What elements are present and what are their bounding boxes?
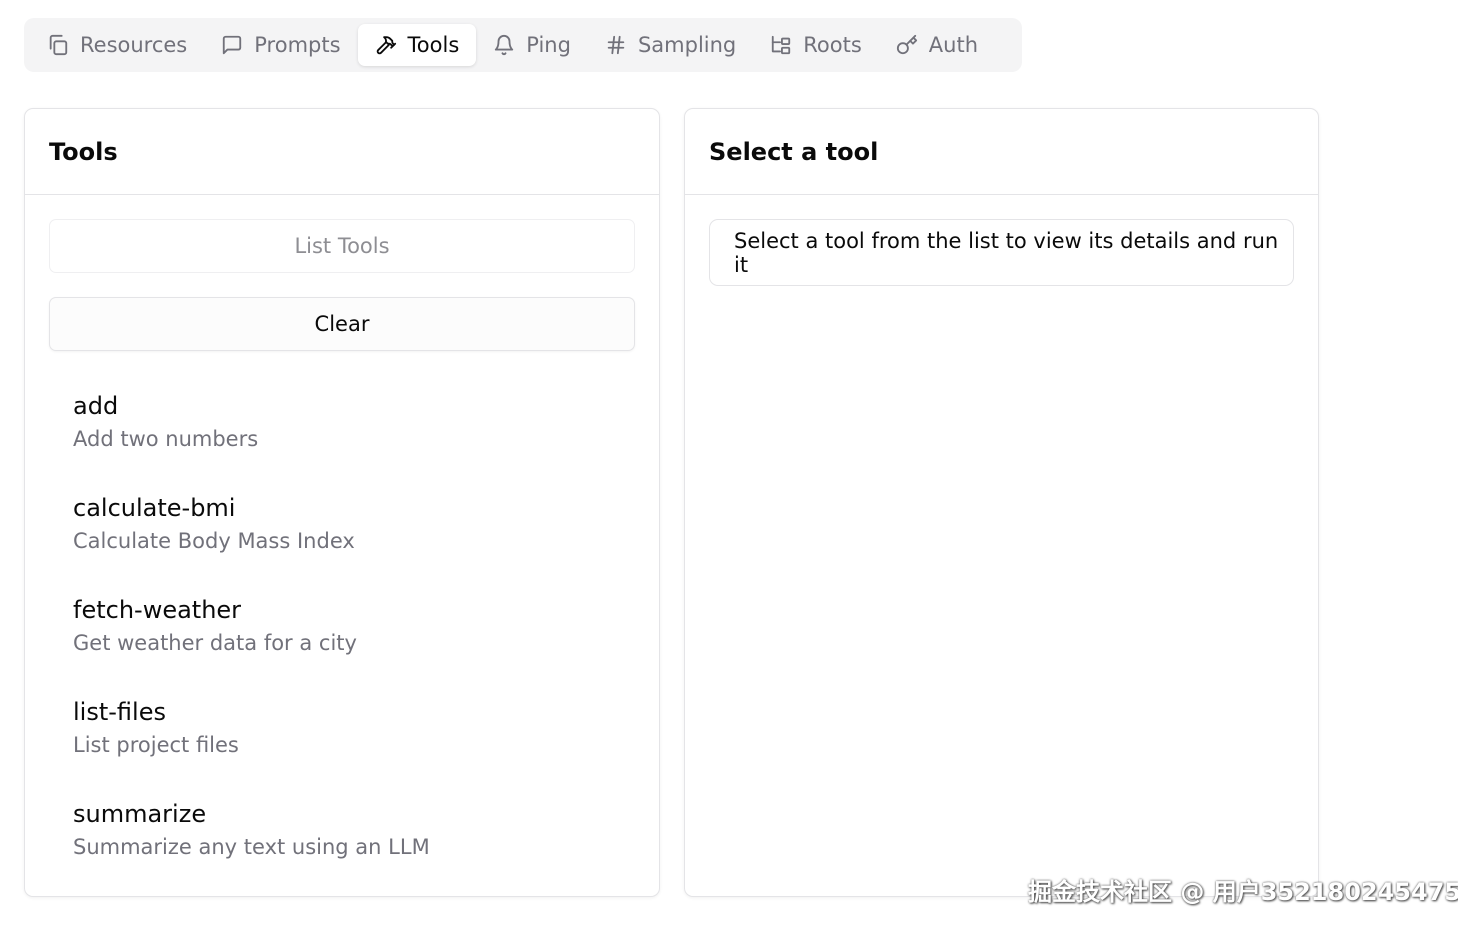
folder-tree-icon: [772, 35, 791, 55]
tools-panel-title: Tools: [25, 109, 659, 195]
tool-list: add Add two numbers calculate-bmi Calcul…: [73, 391, 430, 901]
tool-name: list-files: [73, 698, 166, 726]
tab-ping[interactable]: Ping: [476, 24, 588, 66]
tool-item-fetch-weather[interactable]: fetch-weather Get weather data for a cit…: [73, 595, 430, 697]
tool-name: calculate-bmi: [73, 494, 236, 522]
tab-label: Prompts: [254, 33, 341, 57]
hammer-icon: [376, 36, 396, 55]
tab-label: Resources: [80, 33, 188, 57]
tab-label: Sampling: [637, 33, 737, 57]
tool-item-list-files[interactable]: list-files List project files: [73, 697, 430, 799]
tool-description: Summarize any text using an LLM: [73, 835, 430, 859]
tool-description: Add two numbers: [73, 427, 259, 451]
tools-panel: Tools List Tools Clear add Add two numbe…: [24, 108, 660, 897]
tool-description: Calculate Body Mass Index: [73, 529, 355, 553]
tool-detail-panel: Select a tool Select a tool from the lis…: [684, 108, 1319, 897]
tab-label: Auth: [928, 33, 978, 57]
tool-item-add[interactable]: add Add two numbers: [73, 391, 430, 493]
list-tools-button[interactable]: List Tools: [49, 219, 635, 273]
key-icon: [896, 34, 917, 55]
message-square-icon: [223, 35, 242, 55]
tool-description: Get weather data for a city: [73, 631, 357, 655]
tool-detail-title: Select a tool: [685, 109, 1318, 195]
tab-label: Roots: [803, 33, 862, 57]
tab-roots[interactable]: Roots: [753, 24, 879, 66]
tab-auth[interactable]: Auth: [879, 24, 995, 66]
tab-tools[interactable]: Tools: [357, 24, 477, 66]
tab-sampling[interactable]: Sampling: [588, 24, 753, 66]
hash-icon: [607, 35, 625, 55]
tab-prompts[interactable]: Prompts: [204, 24, 357, 66]
tab-label: Tools: [407, 33, 460, 57]
copy-icon: [49, 34, 68, 56]
tool-item-calculate-bmi[interactable]: calculate-bmi Calculate Body Mass Index: [73, 493, 430, 595]
tool-name: summarize: [73, 800, 207, 828]
select-tool-hint: Select a tool from the list to view its …: [709, 219, 1294, 286]
tool-name: add: [73, 392, 119, 420]
bell-icon: [495, 35, 514, 56]
tool-description: List project files: [73, 733, 239, 757]
tab-bar: Resources Prompts Tools Ping Sampling Ro…: [24, 18, 1022, 72]
tab-label: Ping: [526, 33, 571, 57]
tool-name: fetch-weather: [73, 596, 242, 624]
watermark: 掘金技术社区 @ 用户352180245475: [1028, 878, 1458, 906]
tool-item-summarize[interactable]: summarize Summarize any text using an LL…: [73, 799, 430, 901]
tab-resources[interactable]: Resources: [30, 24, 204, 66]
clear-button[interactable]: Clear: [49, 297, 635, 351]
